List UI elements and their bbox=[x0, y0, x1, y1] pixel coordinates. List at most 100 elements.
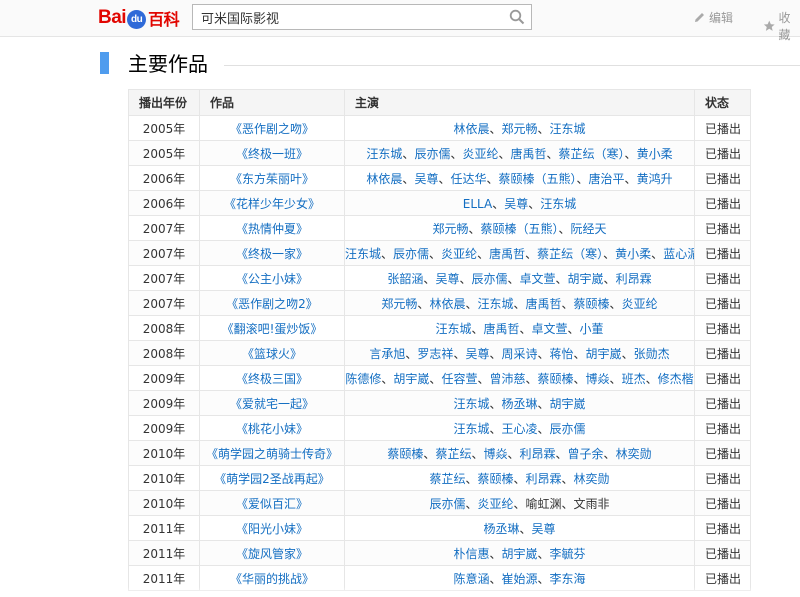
cast-name-link[interactable]: 利昂霖 bbox=[616, 272, 652, 286]
cast-name-link[interactable]: 利昂霖 bbox=[520, 447, 556, 461]
cast-name-link[interactable]: 黄小柔 bbox=[615, 247, 651, 261]
work-title-link[interactable]: 《恶作剧之吻》 bbox=[199, 115, 345, 141]
cast-name-link[interactable]: 任达华 bbox=[450, 172, 486, 186]
cast-name-link[interactable]: 吴尊 bbox=[414, 172, 438, 186]
cast-name-link[interactable]: 博焱 bbox=[483, 447, 507, 461]
cast-name-link[interactable]: 汪东城 bbox=[453, 422, 489, 436]
cast-name-link[interactable]: 吴尊 bbox=[532, 522, 556, 536]
cast-name-link[interactable]: 郑元畅 bbox=[381, 297, 417, 311]
cast-name-link[interactable]: 炎亚纶 bbox=[462, 147, 498, 161]
work-title-link[interactable]: 《恶作剧之吻2》 bbox=[199, 290, 345, 316]
cast-name-link[interactable]: 蔡芷纭 bbox=[429, 472, 465, 486]
cast-name-link[interactable]: 杨丞琳 bbox=[501, 397, 537, 411]
cast-name-link[interactable]: 郑元畅 bbox=[432, 222, 468, 236]
cast-name-link[interactable]: 汪东城 bbox=[477, 297, 513, 311]
work-title-link[interactable]: 《篮球火》 bbox=[199, 340, 345, 366]
cast-name-link[interactable]: 张韶涵 bbox=[387, 272, 423, 286]
cast-name-link[interactable]: 阮经天 bbox=[571, 222, 607, 236]
work-title-link[interactable]: 《热情仲夏》 bbox=[199, 215, 345, 241]
cast-name-link[interactable]: 郑元畅 bbox=[501, 122, 537, 136]
cast-name-link[interactable]: 林依晨 bbox=[366, 172, 402, 186]
work-title-link[interactable]: 《萌学园2圣战再起》 bbox=[199, 465, 345, 491]
cast-name-link[interactable]: 辰亦儒 bbox=[414, 147, 450, 161]
cast-name-link[interactable]: 唐治平 bbox=[589, 172, 625, 186]
cast-name-link[interactable]: 林奕勋 bbox=[616, 447, 652, 461]
cast-name-link[interactable]: 吴尊 bbox=[435, 272, 459, 286]
cast-name-link[interactable]: 王心凌 bbox=[501, 422, 537, 436]
cast-name-link[interactable]: 李毓芬 bbox=[550, 547, 586, 561]
cast-name-link[interactable]: 辰亦儒 bbox=[550, 422, 586, 436]
cast-name-link[interactable]: 蔡颐榛 bbox=[538, 372, 574, 386]
cast-name-link[interactable]: 博焱 bbox=[586, 372, 610, 386]
cast-name-link[interactable]: ELLA bbox=[463, 197, 492, 211]
cast-name-link[interactable]: 曾子余 bbox=[568, 447, 604, 461]
cast-name-link[interactable]: 蔡芷纭 bbox=[435, 447, 471, 461]
cast-name-link[interactable]: 朴信惠 bbox=[453, 547, 489, 561]
cast-name-link[interactable]: 蔡颐榛 bbox=[477, 472, 513, 486]
cast-name-link[interactable]: 汪东城 bbox=[346, 247, 382, 261]
cast-name-link[interactable]: 炎亚纶 bbox=[622, 297, 658, 311]
cast-name-link[interactable]: 陈德修 bbox=[346, 372, 382, 386]
cast-name-link[interactable]: 蒋怡 bbox=[550, 347, 574, 361]
work-title-link[interactable]: 《东方茱丽叶》 bbox=[199, 165, 345, 191]
cast-name-link[interactable]: 蔡颐榛（五熊） bbox=[480, 222, 558, 236]
cast-name-link[interactable]: 林奕勋 bbox=[574, 472, 610, 486]
cast-name-link[interactable]: 汪东城 bbox=[540, 197, 576, 211]
work-title-link[interactable]: 《终极三国》 bbox=[199, 365, 345, 391]
cast-name-link[interactable]: 林依晨 bbox=[453, 122, 489, 136]
cast-name-link[interactable]: 胡宇崴 bbox=[393, 372, 429, 386]
cast-name-link[interactable]: 曾沛慈 bbox=[489, 372, 525, 386]
work-title-link[interactable]: 《花样少年少女》 bbox=[199, 190, 345, 216]
work-title-link[interactable]: 《终极一家》 bbox=[199, 240, 345, 266]
cast-name-link[interactable]: 卓文萱 bbox=[532, 322, 568, 336]
cast-name-link[interactable]: 李东海 bbox=[550, 572, 586, 586]
cast-name-link[interactable]: 汪东城 bbox=[550, 122, 586, 136]
cast-name-link[interactable]: 班杰 bbox=[622, 372, 646, 386]
cast-name-link[interactable]: 蔡芷纭（寒） bbox=[559, 147, 625, 161]
cast-name-link[interactable]: 胡宇崴 bbox=[568, 272, 604, 286]
cast-name-link[interactable]: 蔡颐榛（五熊） bbox=[499, 172, 577, 186]
search-icon[interactable] bbox=[509, 9, 525, 25]
cast-name-link[interactable]: 周采诗 bbox=[501, 347, 537, 361]
cast-name-link[interactable]: 唐禹哲 bbox=[511, 147, 547, 161]
cast-name-link[interactable]: 林依晨 bbox=[429, 297, 465, 311]
work-title-link[interactable]: 《翻滚吧!蛋炒饭》 bbox=[199, 315, 345, 341]
cast-name-link[interactable]: 胡宇崴 bbox=[586, 347, 622, 361]
cast-name-link[interactable]: 卓文萱 bbox=[520, 272, 556, 286]
cast-name-link[interactable]: 黄小柔 bbox=[637, 147, 673, 161]
cast-name-link[interactable]: 杨丞琳 bbox=[483, 522, 519, 536]
cast-name-link[interactable]: 炎亚纶 bbox=[441, 247, 477, 261]
cast-name-link[interactable]: 吴尊 bbox=[504, 197, 528, 211]
cast-name-link[interactable]: 汪东城 bbox=[453, 397, 489, 411]
cast-name-link[interactable]: 唐禹哲 bbox=[526, 297, 562, 311]
cast-name-link[interactable]: 张勋杰 bbox=[634, 347, 670, 361]
cast-name-link[interactable]: 小董 bbox=[580, 322, 604, 336]
cast-name-link[interactable]: 黄鸿升 bbox=[637, 172, 673, 186]
cast-name-link[interactable]: 胡宇崴 bbox=[501, 547, 537, 561]
work-title-link[interactable]: 《爱就宅一起》 bbox=[199, 390, 345, 416]
cast-name-link[interactable]: 陈意涵 bbox=[453, 572, 489, 586]
cast-name-link[interactable]: 吴尊 bbox=[465, 347, 489, 361]
cast-name-link[interactable]: 蓝心湄 bbox=[663, 247, 693, 261]
cast-name-link[interactable]: 辰亦儒 bbox=[471, 272, 507, 286]
cast-name-link[interactable]: 蔡芷纭（寒） bbox=[537, 247, 603, 261]
baidu-baike-logo[interactable]: Bai du 百科 bbox=[98, 5, 180, 31]
work-title-link[interactable]: 《终极一班》 bbox=[199, 140, 345, 166]
edit-button[interactable]: 编辑 bbox=[693, 9, 733, 26]
work-title-link[interactable]: 《萌学园之萌骑士传奇》 bbox=[199, 440, 345, 466]
favorite-button[interactable]: 收藏 bbox=[763, 9, 800, 43]
work-title-link[interactable]: 《公主小妹》 bbox=[199, 265, 345, 291]
search-input[interactable] bbox=[193, 5, 519, 29]
work-title-link[interactable]: 《爱似百汇》 bbox=[199, 490, 345, 516]
cast-name-link[interactable]: 胡宇崴 bbox=[550, 397, 586, 411]
cast-name-link[interactable]: 利昂霖 bbox=[526, 472, 562, 486]
cast-name-link[interactable]: 炎亚纶 bbox=[477, 497, 513, 511]
cast-name-link[interactable]: 辰亦儒 bbox=[393, 247, 429, 261]
cast-name-link[interactable]: 言承旭 bbox=[369, 347, 405, 361]
cast-name-link[interactable]: 罗志祥 bbox=[417, 347, 453, 361]
cast-name-link[interactable]: 蔡颐榛 bbox=[574, 297, 610, 311]
cast-name-link[interactable]: 唐禹哲 bbox=[483, 322, 519, 336]
cast-name-link[interactable]: 辰亦儒 bbox=[429, 497, 465, 511]
cast-name-link[interactable]: 任容萱 bbox=[441, 372, 477, 386]
cast-name-link[interactable]: 汪东城 bbox=[435, 322, 471, 336]
